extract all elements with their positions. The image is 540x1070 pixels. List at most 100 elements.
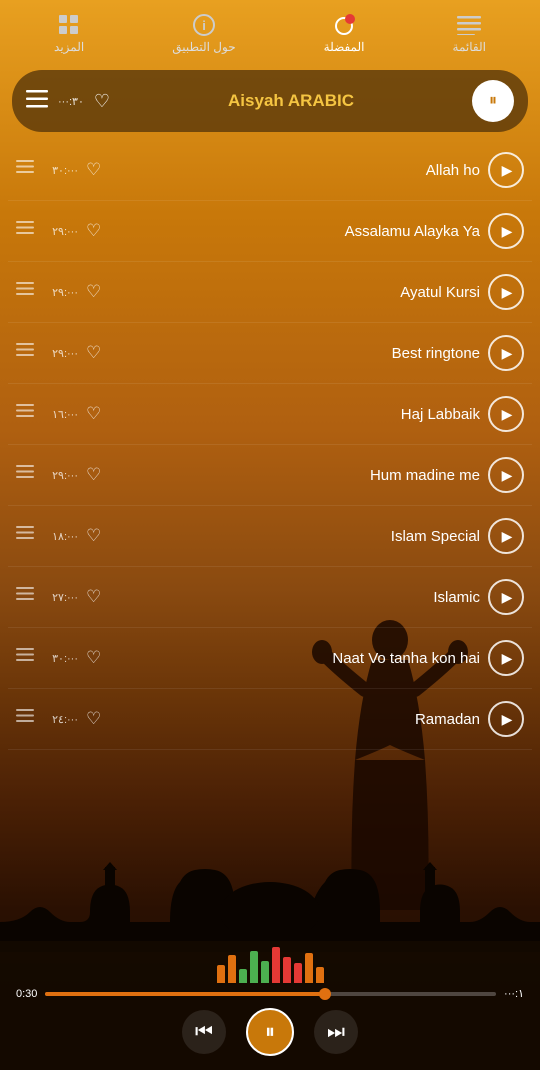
- song-heart-icon[interactable]: ♡: [86, 404, 108, 424]
- song-play-button[interactable]: ▶: [488, 457, 524, 493]
- eq-bar-2: [228, 955, 236, 983]
- mosque-silhouette: [0, 862, 540, 952]
- song-play-button[interactable]: ▶: [488, 152, 524, 188]
- song-heart-icon[interactable]: ♡: [86, 343, 108, 363]
- eq-bar-7: [283, 957, 291, 983]
- progress-bar[interactable]: [45, 992, 496, 996]
- prev-button[interactable]: ⏮: [182, 1010, 226, 1054]
- song-play-button[interactable]: ▶: [488, 396, 524, 432]
- nav-label-queue: القائمة: [453, 40, 486, 54]
- now-playing-bar: ···:٣٠ ♡ Aisyah ARABIC ⏸: [12, 70, 528, 132]
- prev-icon: ⏮: [195, 1021, 213, 1044]
- nav-label-favorites: المفضلة: [324, 40, 365, 54]
- song-duration: ···:٢٩: [48, 225, 78, 238]
- play-icon: ▶: [502, 223, 513, 240]
- pause-icon: ⏸: [265, 1021, 275, 1044]
- nav-item-favorites[interactable]: المفضلة: [324, 14, 365, 54]
- next-button[interactable]: ⏭: [314, 1010, 358, 1054]
- song-play-button[interactable]: ▶: [488, 335, 524, 371]
- now-playing-time: ···:٣٠: [58, 95, 84, 108]
- song-play-button[interactable]: ▶: [488, 640, 524, 676]
- song-title: Assalamu Alayka Ya: [116, 223, 480, 240]
- song-duration: ···:١٦: [48, 408, 78, 421]
- song-list: ···:٣٠ ♡ Allah ho ▶ ···:٢٩ ♡ Assalamu Al…: [0, 140, 540, 750]
- song-duration: ···:٣٠: [48, 652, 78, 665]
- song-row-9: ···:٣٠ ♡ Naat Vo tanha kon hai ▶: [8, 628, 532, 689]
- favorites-icon: [330, 14, 358, 36]
- nav-item-queue[interactable]: القائمة: [453, 14, 486, 54]
- song-heart-icon[interactable]: ♡: [86, 160, 108, 180]
- song-heart-icon[interactable]: ♡: [86, 221, 108, 241]
- song-duration: ···:٢٩: [48, 469, 78, 482]
- queue-icon: [455, 14, 483, 36]
- eq-bar-10: [316, 967, 324, 983]
- nav-item-about[interactable]: i حول التطبيق: [172, 14, 235, 54]
- song-menu-icon: [16, 709, 40, 728]
- song-play-button[interactable]: ▶: [488, 213, 524, 249]
- nav-item-more[interactable]: المزيد: [54, 14, 84, 54]
- song-heart-icon[interactable]: ♡: [86, 709, 108, 729]
- song-menu-icon: [16, 648, 40, 667]
- play-icon: ▶: [502, 406, 513, 423]
- nav-label-more: المزيد: [54, 40, 84, 54]
- next-icon: ⏭: [327, 1021, 345, 1044]
- hamburger-icon[interactable]: [26, 90, 48, 112]
- song-row-5: ···:١٦ ♡ Haj Labbaik ▶: [8, 384, 532, 445]
- total-time: ···:١: [504, 987, 524, 1000]
- equalizer: [16, 947, 524, 983]
- now-playing-heart[interactable]: ♡: [94, 91, 110, 112]
- play-icon: ▶: [502, 345, 513, 362]
- eq-bar-8: [294, 963, 302, 983]
- song-heart-icon[interactable]: ♡: [86, 465, 108, 485]
- song-duration: ···:٢٩: [48, 286, 78, 299]
- song-heart-icon[interactable]: ♡: [86, 648, 108, 668]
- song-row-4: ···:٢٩ ♡ Best ringtone ▶: [8, 323, 532, 384]
- play-icon: ▶: [502, 528, 513, 545]
- song-duration: ···:٢٤: [48, 713, 78, 726]
- current-time: 0:30: [16, 988, 37, 1000]
- song-title: Allah ho: [116, 162, 480, 179]
- song-heart-icon[interactable]: ♡: [86, 587, 108, 607]
- player-controls: ⏮ ⏸ ⏭: [16, 1008, 524, 1056]
- song-heart-icon[interactable]: ♡: [86, 526, 108, 546]
- song-title: Best ringtone: [116, 345, 480, 362]
- song-title: Hum madine me: [116, 467, 480, 484]
- play-icon: ▶: [502, 162, 513, 179]
- song-duration: ···:٢٧: [48, 591, 78, 604]
- song-menu-icon: [16, 282, 40, 301]
- eq-bar-1: [217, 965, 225, 983]
- info-icon: i: [190, 14, 218, 36]
- song-play-button[interactable]: ▶: [488, 274, 524, 310]
- song-row-6: ···:٢٩ ♡ Hum madine me ▶: [8, 445, 532, 506]
- song-row-10: ···:٢٤ ♡ Ramadan ▶: [8, 689, 532, 750]
- song-play-button[interactable]: ▶: [488, 701, 524, 737]
- song-title: Islamic: [116, 589, 480, 606]
- eq-bar-5: [261, 961, 269, 983]
- song-duration: ···:١٨: [48, 530, 78, 543]
- pause-button[interactable]: ⏸: [246, 1008, 294, 1056]
- song-title: Ayatul Kursi: [116, 284, 480, 301]
- progress-thumb: [319, 988, 331, 1000]
- eq-bar-9: [305, 953, 313, 983]
- svg-text:i: i: [202, 18, 206, 33]
- song-duration: ···:٣٠: [48, 164, 78, 177]
- play-icon: ▶: [502, 284, 513, 301]
- song-play-button[interactable]: ▶: [488, 579, 524, 615]
- play-icon: ▶: [502, 467, 513, 484]
- nav-label-about: حول التطبيق: [172, 40, 235, 54]
- song-title: Haj Labbaik: [116, 406, 480, 423]
- song-play-button[interactable]: ▶: [488, 518, 524, 554]
- song-menu-icon: [16, 221, 40, 240]
- song-menu-icon: [16, 343, 40, 362]
- song-menu-icon: [16, 160, 40, 179]
- top-navigation: المزيد i حول التطبيق المفضلة: [0, 0, 540, 62]
- now-playing-pause-button[interactable]: ⏸: [472, 80, 514, 122]
- eq-bar-6: [272, 947, 280, 983]
- play-icon: ▶: [502, 589, 513, 606]
- song-row-1: ···:٣٠ ♡ Allah ho ▶: [8, 140, 532, 201]
- song-duration: ···:٢٩: [48, 347, 78, 360]
- now-playing-title: Aisyah ARABIC: [120, 91, 462, 111]
- more-icon: [55, 14, 83, 36]
- song-title: Ramadan: [116, 711, 480, 728]
- song-heart-icon[interactable]: ♡: [86, 282, 108, 302]
